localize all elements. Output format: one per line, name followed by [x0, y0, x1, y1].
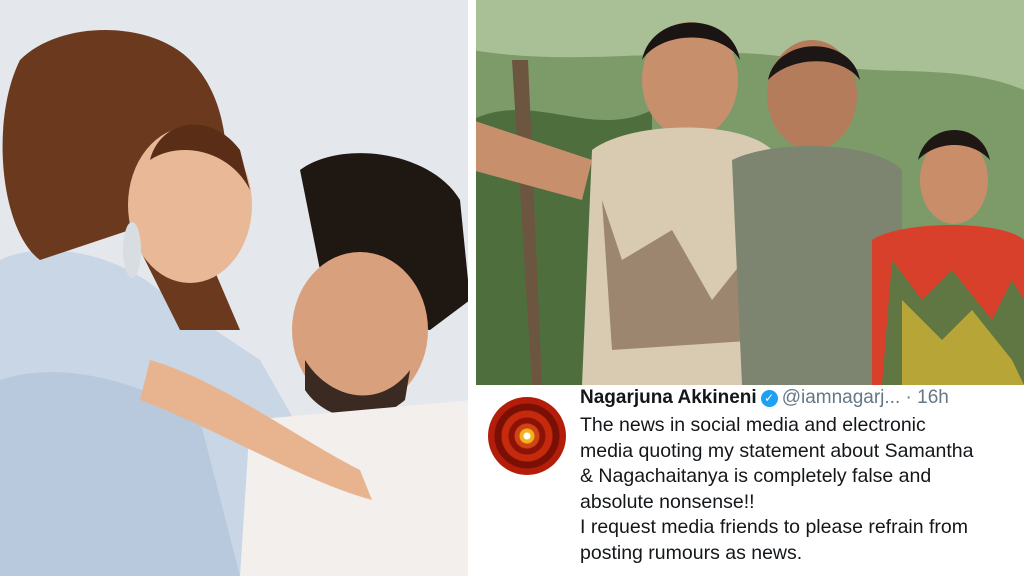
tweet-line: & Nagachaitanya is completely false and [580, 465, 932, 487]
tweet-line: absolute nonsense!! [580, 490, 755, 513]
tweet-body: The news in social media and electronic … [580, 413, 1010, 566]
tweet-handle[interactable]: @iamnagarj... [782, 387, 901, 408]
verified-badge-icon: ✓ [760, 390, 778, 407]
tweet-timestamp[interactable]: 16h [917, 387, 949, 408]
tweet-line: posting rumours as news. [580, 541, 803, 564]
tweet-line: I request media friends to please refrai… [580, 516, 969, 538]
couple-photo-illustration [0, 0, 472, 576]
tweet-line: The news in social media and electronic [580, 414, 926, 436]
avatar[interactable] [488, 397, 566, 475]
couple-photo [0, 0, 472, 576]
tweet-author-name[interactable]: Nagarjuna Akkineni [580, 387, 757, 408]
family-photo-illustration [472, 0, 1024, 385]
tweet-line: media quoting my statement about Samanth… [580, 439, 974, 462]
tweet-header: Nagarjuna Akkineni ✓ @iamnagarj... · 16h [580, 387, 1014, 413]
family-photo [472, 0, 1024, 385]
tweet-separator: · [905, 387, 912, 408]
tweet-card: Nagarjuna Akkineni ✓ @iamnagarj... · 16h T… [472, 385, 1024, 576]
